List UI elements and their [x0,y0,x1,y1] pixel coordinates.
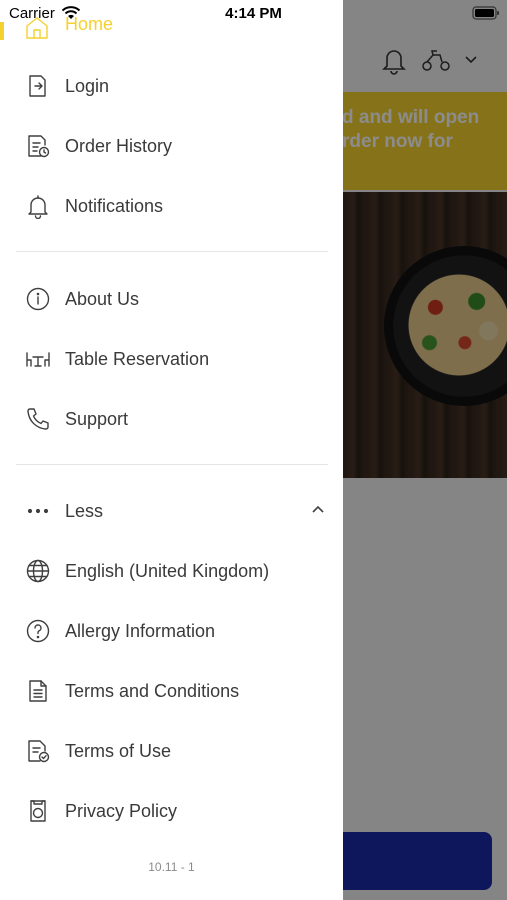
login-icon [24,72,52,100]
globe-icon [24,557,52,585]
menu-item-language-label: English (United Kingdom) [65,560,270,581]
menu-item-support[interactable]: Support [0,391,343,447]
battery-icon [472,6,499,20]
divider [16,251,328,252]
menu-item-privacy-policy[interactable]: Privacy Policy [0,783,343,839]
document-check-icon [24,737,52,765]
menu-item-terms-of-use[interactable]: Terms of Use [0,723,343,779]
menu-toggle-less[interactable]: Less [0,483,343,539]
question-icon [24,617,52,645]
menu-item-about-us-label: About Us [65,288,140,309]
menu-item-order-history[interactable]: Order History [0,118,343,174]
document-icon [24,677,52,705]
menu-item-about-us[interactable]: About Us [0,271,343,327]
menu-item-login-label: Login [65,75,110,96]
menu-item-order-history-label: Order History [65,135,173,156]
bell-icon [24,192,52,220]
menu-item-support-label: Support [65,408,129,429]
menu-item-terms-and-conditions-label: Terms and Conditions [65,680,240,701]
status-time: 4:14 PM [225,5,282,22]
app-version: 10.11 - 1 [148,860,195,874]
menu-item-allergy-information-label: Allergy Information [65,620,216,641]
menu-item-table-reservation[interactable]: Table Reservation [0,331,343,387]
order-history-icon [24,132,52,160]
privacy-icon [24,797,52,825]
menu-item-allergy-information[interactable]: Allergy Information [0,603,343,659]
chevron-up-icon [308,499,328,519]
menu-item-notifications[interactable]: Notifications [0,178,343,234]
menu-item-terms-and-conditions[interactable]: Terms and Conditions [0,663,343,719]
menu-item-privacy-policy-label: Privacy Policy [65,800,178,821]
info-icon [24,285,52,313]
table-icon [24,345,52,373]
menu-item-table-reservation-label: Table Reservation [65,348,210,369]
more-dots-icon [24,497,52,525]
menu-toggle-less-label: Less [65,500,104,521]
menu-item-login[interactable]: Login [0,58,343,114]
navigation-drawer: Home Login Order History Notifications A… [0,0,343,900]
phone-icon [24,405,52,433]
menu-item-terms-of-use-label: Terms of Use [65,740,172,761]
status-bar: Carrier 4:14 PM [0,0,507,28]
menu-item-notifications-label: Notifications [65,195,164,216]
divider [16,464,328,465]
menu-item-language[interactable]: English (United Kingdom) [0,543,343,599]
